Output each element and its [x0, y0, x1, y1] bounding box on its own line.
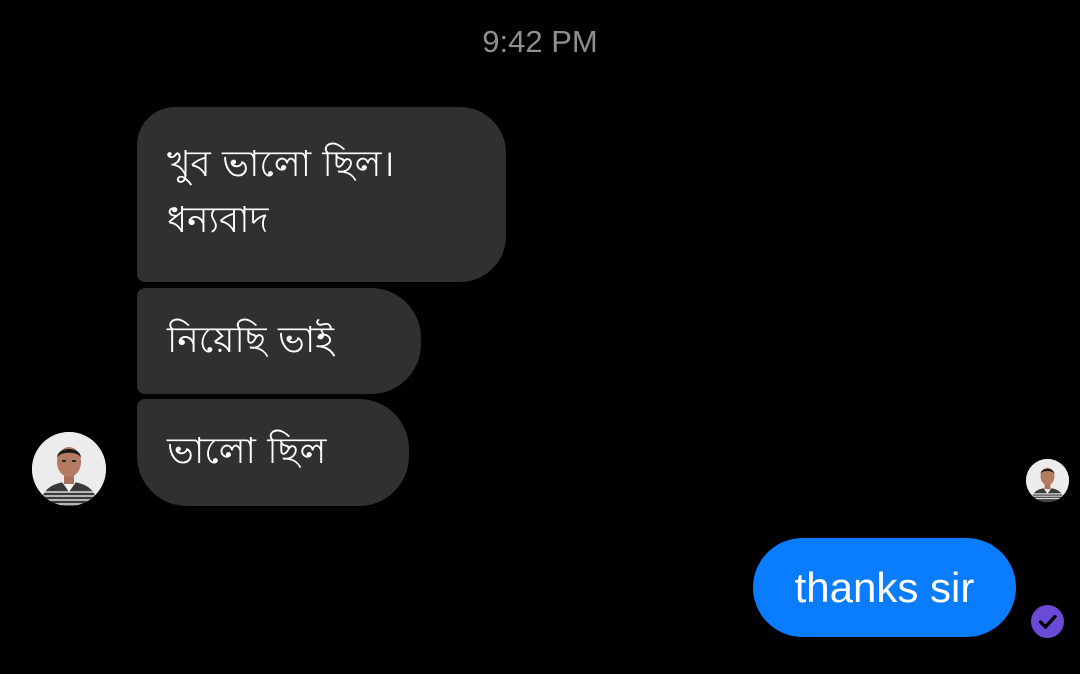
- seen-avatar-icon: [1026, 459, 1069, 502]
- incoming-message-bubble[interactable]: খুব ভালো ছিল। ধন্যবাদ: [137, 107, 506, 282]
- message-timestamp: 9:42 PM: [482, 24, 598, 59]
- outgoing-message-bubble[interactable]: thanks sir: [753, 538, 1016, 637]
- incoming-message-bubble[interactable]: নিয়েছি ভাই: [137, 288, 421, 394]
- incoming-message-bubble[interactable]: ভালো ছিল: [137, 399, 409, 506]
- delivered-check-icon: [1031, 605, 1064, 638]
- user-avatar-icon: [32, 432, 106, 506]
- sender-avatar[interactable]: [32, 432, 106, 506]
- seen-by-avatar: [1026, 459, 1069, 502]
